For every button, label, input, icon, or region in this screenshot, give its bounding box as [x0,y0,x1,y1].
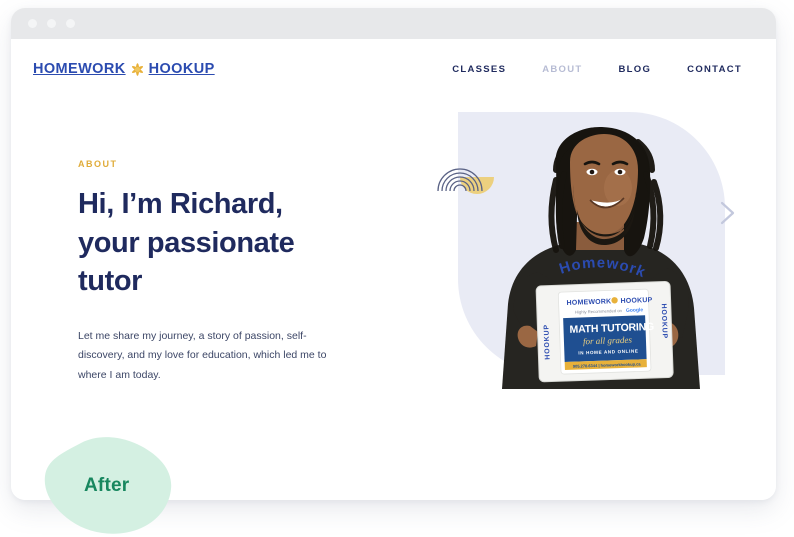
brand-text-left: HOMEWORK [33,61,126,77]
nav-item-contact[interactable]: CONTACT [687,64,742,75]
hero-section: ABOUT Hi, I’m Richard, your passionate t… [11,112,776,389]
nav-item-blog[interactable]: BLOG [619,64,652,75]
svg-text:HOOKUP: HOOKUP [543,324,551,360]
svg-text:Google: Google [626,307,644,314]
carousel-next-button[interactable] [718,200,736,226]
nav-item-about[interactable]: ABOUT [542,64,582,75]
main-nav: CLASSES ABOUT BLOG CONTACT [452,64,742,75]
after-badge-label: After [84,475,130,496]
hero-paragraph: Let me share my journey, a story of pass… [78,329,327,381]
browser-title-bar [11,8,776,39]
brand-logo[interactable]: HOMEWORK HOOKUP [33,61,215,77]
page-title: Hi, I’m Richard, your passionate tutor [78,188,295,298]
site-header: HOMEWORK HOOKUP CLASSES ABOUT BLOG CONTA… [11,39,776,77]
website-viewport: HOMEWORK HOOKUP CLASSES ABOUT BLOG CONTA… [11,39,776,500]
asterisk-star-icon [130,62,145,77]
hero-decoration [436,153,498,201]
svg-text:for all grades: for all grades [583,335,633,347]
tutor-photo: Homework HOOKUP HOOKUP HOMEWORK HOOKUP H… [478,126,718,389]
brand-text-right: HOOKUP [148,61,215,77]
window-minimize-dot[interactable] [47,19,56,28]
svg-text:HOOKUP: HOOKUP [620,297,652,305]
hero-visual: Homework HOOKUP HOOKUP HOMEWORK HOOKUP H… [437,112,735,389]
window-close-dot[interactable] [28,19,37,28]
chevron-right-icon [720,201,735,225]
svg-text:HOOKUP: HOOKUP [660,303,668,339]
hero-eyebrow: ABOUT [78,159,118,169]
nav-item-classes[interactable]: CLASSES [452,64,506,75]
hero-copy: ABOUT Hi, I’m Richard, your passionate t… [11,121,331,385]
after-badge: After [40,437,185,534]
browser-window: HOMEWORK HOOKUP CLASSES ABOUT BLOG CONTA… [11,8,776,500]
window-maximize-dot[interactable] [66,19,75,28]
